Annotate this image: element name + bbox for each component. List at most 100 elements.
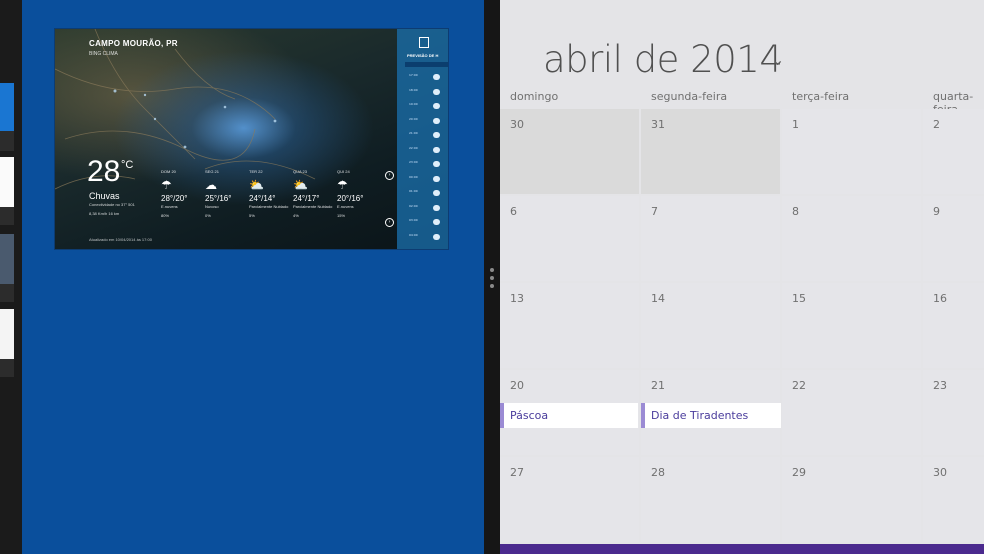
day-number: 21 xyxy=(651,379,665,392)
month-title[interactable]: abril de 2014 xyxy=(543,38,783,81)
forecast-desc: E.nuvens xyxy=(337,204,354,209)
hourly-row[interactable]: 17:00 xyxy=(409,73,443,83)
day-cell[interactable]: 15 xyxy=(782,283,921,368)
partly-sunny-icon: ⛅ xyxy=(293,178,308,192)
forecast-day[interactable]: TER 22 ⛅ 24°/14° Parcialmente Nublado 5% xyxy=(249,169,293,218)
event-item[interactable]: Páscoa xyxy=(500,403,638,428)
chevron-down-icon[interactable]: ⌄ xyxy=(771,50,784,69)
forecast-day-label: DOM 20 xyxy=(161,169,176,174)
day-header: terça-feira xyxy=(792,90,850,103)
hourly-row[interactable]: 23:00 xyxy=(409,160,443,170)
hourly-time: 04:00 xyxy=(409,232,418,237)
next-arrow-icon[interactable]: › xyxy=(385,218,394,227)
forecast-temps: 25°/16° xyxy=(205,194,232,203)
day-cell[interactable]: 2 xyxy=(923,109,984,194)
recent-app-thumbnail[interactable] xyxy=(0,234,14,302)
forecast-desc: Parcialmente Nublado xyxy=(293,204,333,209)
cloud-icon xyxy=(433,204,440,211)
day-cell[interactable]: 27 xyxy=(500,457,639,542)
hourly-row[interactable]: 01:00 xyxy=(409,189,443,199)
hourly-time: 22:00 xyxy=(409,145,418,150)
current-condition: Chuvas xyxy=(89,191,120,201)
event-item[interactable]: Dia de Tiradentes xyxy=(641,403,781,428)
day-number: 22 xyxy=(792,379,806,392)
cloud-icon xyxy=(433,88,440,95)
hourly-row[interactable]: 19:00 xyxy=(409,102,443,112)
day-cell[interactable]: 1 xyxy=(782,109,921,194)
cloud-icon xyxy=(433,74,440,80)
day-number: 30 xyxy=(510,118,524,131)
temperature-unit: °C xyxy=(121,159,134,171)
day-cell[interactable]: 29 xyxy=(782,457,921,542)
forecast-precip: 15% xyxy=(337,213,346,218)
forecast-desc: Nuvoso xyxy=(205,204,219,209)
forecast-day-label: QUI 24 xyxy=(337,169,350,174)
forecast-day-label: QUA 23 xyxy=(293,169,308,174)
day-cell[interactable]: 22 xyxy=(782,370,921,455)
hourly-time: 19:00 xyxy=(409,102,418,106)
calendar-app: abril de 2014 ⌄ domingo segunda-feira te… xyxy=(500,0,984,554)
day-number: 7 xyxy=(651,205,658,218)
hourly-time: 20:00 xyxy=(409,116,418,121)
day-number: 8 xyxy=(792,205,799,218)
weather-updated: Atualizado em 10/04/2014 às 17:00 xyxy=(89,237,152,242)
day-number: 16 xyxy=(933,292,947,305)
day-number: 28 xyxy=(651,466,665,479)
forecast-day[interactable]: SEG 21 ☁ 25°/16° Nuvoso 0% xyxy=(205,169,249,218)
day-cell[interactable]: 9 xyxy=(923,196,984,281)
recent-app-thumbnail[interactable] xyxy=(0,83,14,151)
hourly-time: 18:00 xyxy=(409,87,418,92)
hourly-row[interactable]: 18:00 xyxy=(409,88,443,98)
next-arrow-icon[interactable]: › xyxy=(385,171,394,180)
hourly-time: 23:00 xyxy=(409,160,418,164)
forecast-day[interactable]: QUI 24 ☂ 20°/16° E.nuvens 15% xyxy=(337,169,381,218)
rain-icon: ☂ xyxy=(161,178,172,192)
day-header: domingo xyxy=(510,90,559,103)
day-cell[interactable]: 28 xyxy=(641,457,780,542)
cloud-icon xyxy=(433,233,440,240)
day-number: 23 xyxy=(933,379,947,392)
hourly-row[interactable]: 02:00 xyxy=(409,204,443,214)
hourly-forecast-panel: PREVISÃO DE H 17:00 18:00 19:00 20:00 21:00 2… xyxy=(397,29,448,249)
day-cell[interactable]: 6 xyxy=(500,196,639,281)
day-number: 29 xyxy=(792,466,806,479)
day-cell[interactable]: 30 xyxy=(500,109,639,194)
day-number: 2 xyxy=(933,118,940,131)
day-number: 15 xyxy=(792,292,806,305)
day-cell[interactable]: 31 xyxy=(641,109,780,194)
hourly-row[interactable]: 03:00 xyxy=(409,218,443,228)
partly-sunny-icon: ⛅ xyxy=(249,178,264,192)
weather-detail: Conectividade no 37° 501 xyxy=(89,202,135,207)
cloud-icon xyxy=(433,132,440,138)
snap-splitter[interactable] xyxy=(484,0,500,554)
day-number: 30 xyxy=(933,466,947,479)
forecast-day-label: SEG 21 xyxy=(205,169,220,174)
panel-icon[interactable] xyxy=(419,37,429,48)
day-cell[interactable]: 23 xyxy=(923,370,984,455)
weather-detail: 8,38 Km/h 16 km xyxy=(89,211,120,216)
day-cell[interactable]: 30 xyxy=(923,457,984,542)
day-cell[interactable]: 7 xyxy=(641,196,780,281)
cloud-icon xyxy=(433,175,440,182)
forecast-precip: 0% xyxy=(205,213,211,218)
hourly-row[interactable]: 21:00 xyxy=(409,131,443,141)
day-cell[interactable]: 14 xyxy=(641,283,780,368)
cloud-icon xyxy=(433,103,440,109)
day-number: 9 xyxy=(933,205,940,218)
day-cell[interactable]: 16 xyxy=(923,283,984,368)
forecast-day[interactable]: DOM 20 ☂ 28°/20° E.nuvens 80% xyxy=(161,169,205,218)
forecast-desc: E.nuvens xyxy=(161,204,178,209)
weather-app-window[interactable]: CAMPO MOURÃO, PR BING CLIMA 28 °C Chuvas… xyxy=(54,28,449,250)
hourly-row[interactable]: 04:00 xyxy=(409,233,443,243)
cloud-icon xyxy=(433,219,440,225)
day-cell[interactable]: 13 xyxy=(500,283,639,368)
hourly-row[interactable]: 00:00 xyxy=(409,175,443,185)
hourly-time: 17:00 xyxy=(409,73,418,77)
forecast-day[interactable]: QUA 23 ⛅ 24°/17° Parcialmente Nublado 4% xyxy=(293,169,337,218)
hourly-row[interactable]: 22:00 xyxy=(409,146,443,156)
day-cell[interactable]: 8 xyxy=(782,196,921,281)
recent-app-thumbnail[interactable] xyxy=(0,157,14,225)
hourly-row[interactable]: 20:00 xyxy=(409,117,443,127)
recent-app-thumbnail[interactable] xyxy=(0,309,14,377)
forecast-precip: 80% xyxy=(161,213,170,218)
